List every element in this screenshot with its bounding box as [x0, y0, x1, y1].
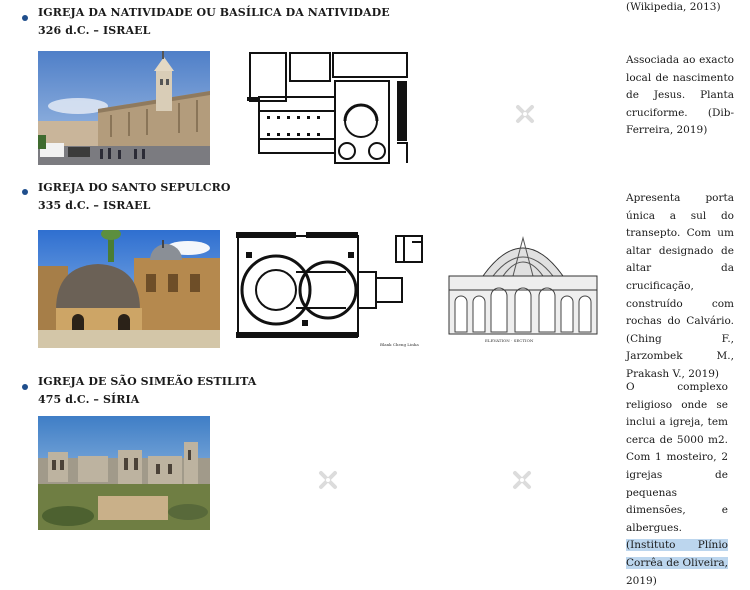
- top-citation: (Wikipedia, 2013): [626, 1, 721, 13]
- bullet-2: [22, 189, 28, 195]
- nativity-floor-plan: [247, 51, 409, 165]
- bullet-3: [22, 384, 28, 390]
- saint-simeon-ruins-photo: [38, 416, 210, 530]
- broken-image-icon-2: [318, 470, 338, 490]
- entry-3-subtitle: 475 d.C. – SÍRIA: [38, 393, 140, 406]
- plan-caption: Blank Cheng Linha: [380, 342, 419, 347]
- entry-2-subtitle: 335 d.C. – ISRAEL: [38, 199, 151, 212]
- entry-3-description: O complexo religioso onde se inclui a ig…: [626, 379, 728, 590]
- entry-2-description: Apresenta porta única a sul do transepto…: [626, 192, 734, 380]
- holy-sepulchre-floor-plan: Blank Cheng Linha: [236, 232, 424, 350]
- holy-sepulchre-photo: [38, 230, 220, 348]
- bullet-1: [22, 15, 28, 21]
- entry-3-citation: (Instituto Plínio Corrêa de Oliveira,: [626, 539, 728, 569]
- entry-1-description: Associada ao exacto local de nascimento …: [626, 54, 734, 137]
- broken-image-icon: [515, 104, 535, 124]
- entry-3-title: IGREJA DE SÃO SIMEÃO ESTILITA: [38, 375, 257, 388]
- entry-3-citation-year: 2019): [626, 574, 657, 587]
- entry-2-title: IGREJA DO SANTO SEPULCRO: [38, 181, 231, 194]
- broken-image-icon-3: [512, 470, 532, 490]
- entry-1-subtitle: 326 d.C. – ISRAEL: [38, 24, 151, 37]
- section-caption: ELEVATION · SECTION: [485, 338, 534, 343]
- rotunda-section-drawing: ELEVATION · SECTION: [447, 232, 599, 344]
- entry-3-description-main: O complexo religioso onde se inclui a ig…: [626, 381, 728, 534]
- entry-1-title: IGREJA DA NATIVIDADE OU BASÍLICA DA NATI…: [38, 6, 390, 19]
- nativity-church-photo: [38, 51, 210, 165]
